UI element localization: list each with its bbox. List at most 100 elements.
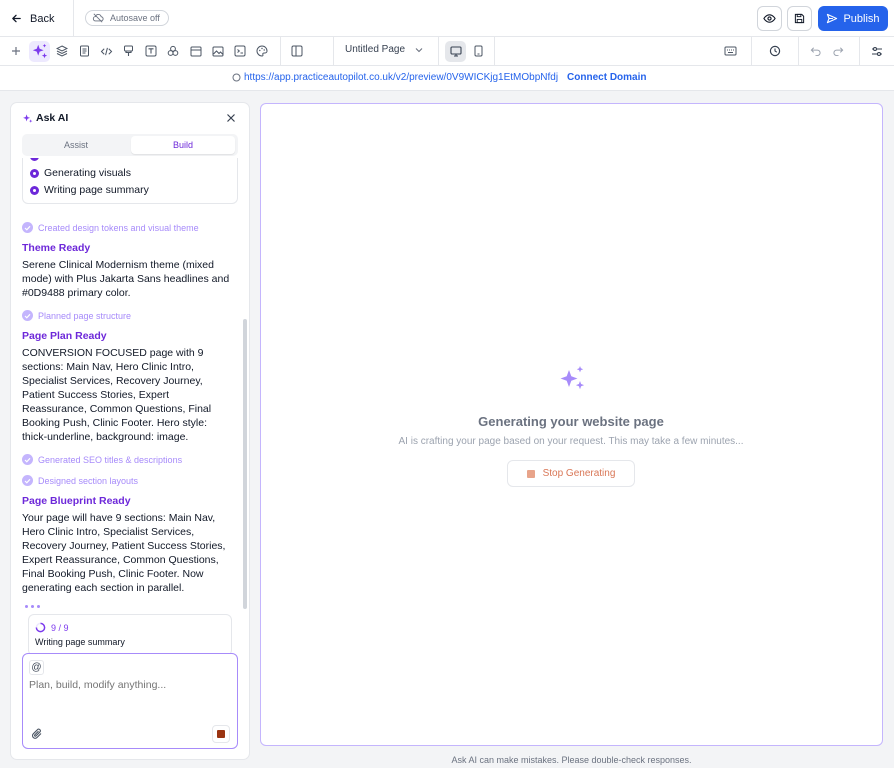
toolbar-divider bbox=[859, 37, 860, 66]
step-label: Designed section layouts bbox=[38, 475, 139, 486]
plan-body: CONVERSION FOCUSED page with 9 sections:… bbox=[22, 347, 212, 443]
ask-ai-panel: Ask AI Assist Build Generating visuals W… bbox=[11, 103, 249, 759]
component-icon[interactable] bbox=[232, 43, 248, 59]
top-header: Back Autosave off Publish bbox=[0, 0, 894, 37]
page-name: Untitled Page bbox=[345, 44, 406, 55]
progress-item-partial bbox=[30, 158, 39, 161]
progress-list: Generating visuals Writing page summary bbox=[22, 158, 238, 204]
ai-disclaimer: Ask AI can make mistakes. Please double-… bbox=[451, 755, 692, 765]
generation-status-card: 9 / 9 Writing page summary bbox=[28, 614, 232, 656]
toolbar-divider bbox=[798, 37, 799, 66]
plan-title: Page Plan Ready bbox=[22, 330, 107, 342]
panel-title-label: Ask AI bbox=[36, 112, 69, 124]
preview-url-bar: https://app.practiceautopilot.co.uk/v2/p… bbox=[0, 66, 894, 91]
panel-title: Ask AI bbox=[22, 112, 68, 124]
page-selector[interactable]: Untitled Page bbox=[345, 44, 423, 55]
scrollbar-thumb[interactable] bbox=[243, 319, 247, 609]
undo-icon[interactable] bbox=[807, 43, 823, 59]
keyboard-icon[interactable] bbox=[722, 43, 738, 59]
page-icon[interactable] bbox=[76, 43, 92, 59]
progress-dot-icon bbox=[30, 185, 39, 195]
toolbar-divider bbox=[494, 37, 495, 66]
mention-button[interactable]: @ bbox=[29, 660, 44, 675]
tab-build[interactable]: Build bbox=[131, 136, 235, 154]
shapes-icon[interactable] bbox=[165, 43, 181, 59]
cloud-off-icon bbox=[92, 13, 104, 23]
stop-button[interactable] bbox=[212, 725, 230, 743]
add-icon[interactable] bbox=[8, 43, 24, 59]
url-row: https://app.practiceautopilot.co.uk/v2/p… bbox=[232, 72, 647, 83]
step-label: Planned page structure bbox=[38, 310, 132, 321]
mobile-icon[interactable] bbox=[470, 43, 486, 59]
step-label: Created design tokens and visual theme bbox=[38, 222, 199, 233]
chat-input[interactable] bbox=[29, 679, 229, 691]
toolbar-divider bbox=[751, 37, 752, 66]
check-icon bbox=[22, 222, 33, 233]
preview-url-link[interactable]: https://app.practiceautopilot.co.uk/v2/p… bbox=[244, 72, 558, 83]
layers-icon[interactable] bbox=[54, 43, 70, 59]
spinner-icon bbox=[35, 622, 46, 633]
chat-scroll-area[interactable]: Generating visuals Writing page summary … bbox=[11, 158, 249, 614]
palette-icon[interactable] bbox=[254, 43, 270, 59]
chat-input-box: @ bbox=[22, 653, 238, 749]
desktop-view-button[interactable] bbox=[445, 41, 466, 62]
back-label: Back bbox=[30, 12, 55, 25]
text-icon[interactable] bbox=[143, 43, 159, 59]
sparkles-icon bbox=[22, 113, 33, 124]
step-label: Generated SEO titles & descriptions bbox=[38, 454, 183, 465]
blueprint-body: Your page will have 9 sections: Main Nav… bbox=[22, 512, 226, 594]
generating-title: Generating your website page bbox=[478, 414, 664, 429]
code-icon[interactable] bbox=[98, 43, 114, 59]
progress-dot-icon bbox=[30, 168, 39, 178]
paperclip-icon bbox=[31, 728, 43, 740]
check-icon bbox=[22, 310, 33, 321]
toolbar-divider bbox=[280, 37, 281, 66]
progress-dot-icon bbox=[30, 158, 39, 161]
settings-icon[interactable] bbox=[869, 43, 885, 59]
brush-icon[interactable] bbox=[120, 43, 136, 59]
step-tokens: Created design tokens and visual theme bbox=[22, 222, 199, 233]
save-icon bbox=[794, 13, 805, 24]
publish-label: Publish bbox=[843, 12, 880, 25]
theme-body: Serene Clinical Modernism theme (mixed m… bbox=[22, 259, 230, 299]
stop-generating-label: Stop Generating bbox=[542, 468, 616, 479]
step-seo: Generated SEO titles & descriptions bbox=[22, 454, 182, 465]
close-icon bbox=[226, 113, 238, 123]
attach-button[interactable] bbox=[31, 728, 43, 740]
media-icon[interactable] bbox=[210, 43, 226, 59]
tab-assist[interactable]: Assist bbox=[24, 136, 128, 154]
close-button[interactable] bbox=[226, 113, 238, 125]
arrow-left-icon bbox=[11, 13, 22, 24]
check-icon bbox=[22, 454, 33, 465]
mode-tabs: Assist Build bbox=[22, 134, 238, 156]
eye-icon bbox=[763, 13, 776, 24]
publish-button[interactable]: Publish bbox=[818, 6, 888, 31]
autosave-toggle[interactable]: Autosave off bbox=[85, 10, 169, 26]
connect-domain-link[interactable]: Connect Domain bbox=[567, 72, 646, 83]
stop-generating-button[interactable]: Stop Generating bbox=[507, 460, 635, 487]
redo-icon[interactable] bbox=[830, 43, 846, 59]
history-icon[interactable] bbox=[767, 43, 783, 59]
section-icon[interactable] bbox=[188, 43, 204, 59]
layout-icon[interactable] bbox=[289, 43, 305, 59]
stop-square-icon bbox=[217, 730, 225, 738]
desktop-icon bbox=[449, 46, 462, 57]
editor-toolbar: Untitled Page bbox=[0, 37, 894, 66]
status-count: 9 / 9 bbox=[51, 622, 69, 633]
toolbar-divider bbox=[438, 37, 439, 66]
ask-ai-button[interactable] bbox=[29, 41, 50, 62]
blueprint-title: Page Blueprint Ready bbox=[22, 495, 131, 507]
check-icon bbox=[22, 475, 33, 486]
status-circle-icon bbox=[232, 73, 241, 82]
sparkles-icon bbox=[557, 364, 589, 396]
progress-item-label: Writing page summary bbox=[44, 184, 149, 196]
step-layouts: Designed section layouts bbox=[22, 475, 138, 486]
save-button[interactable] bbox=[787, 6, 812, 31]
progress-item: Writing page summary bbox=[30, 184, 149, 196]
preview-button[interactable] bbox=[757, 6, 782, 31]
progress-item: Generating visuals bbox=[30, 167, 131, 179]
theme-title: Theme Ready bbox=[22, 242, 91, 254]
send-icon bbox=[826, 13, 838, 24]
back-button[interactable]: Back bbox=[0, 0, 74, 37]
chevron-down-icon bbox=[415, 47, 423, 53]
